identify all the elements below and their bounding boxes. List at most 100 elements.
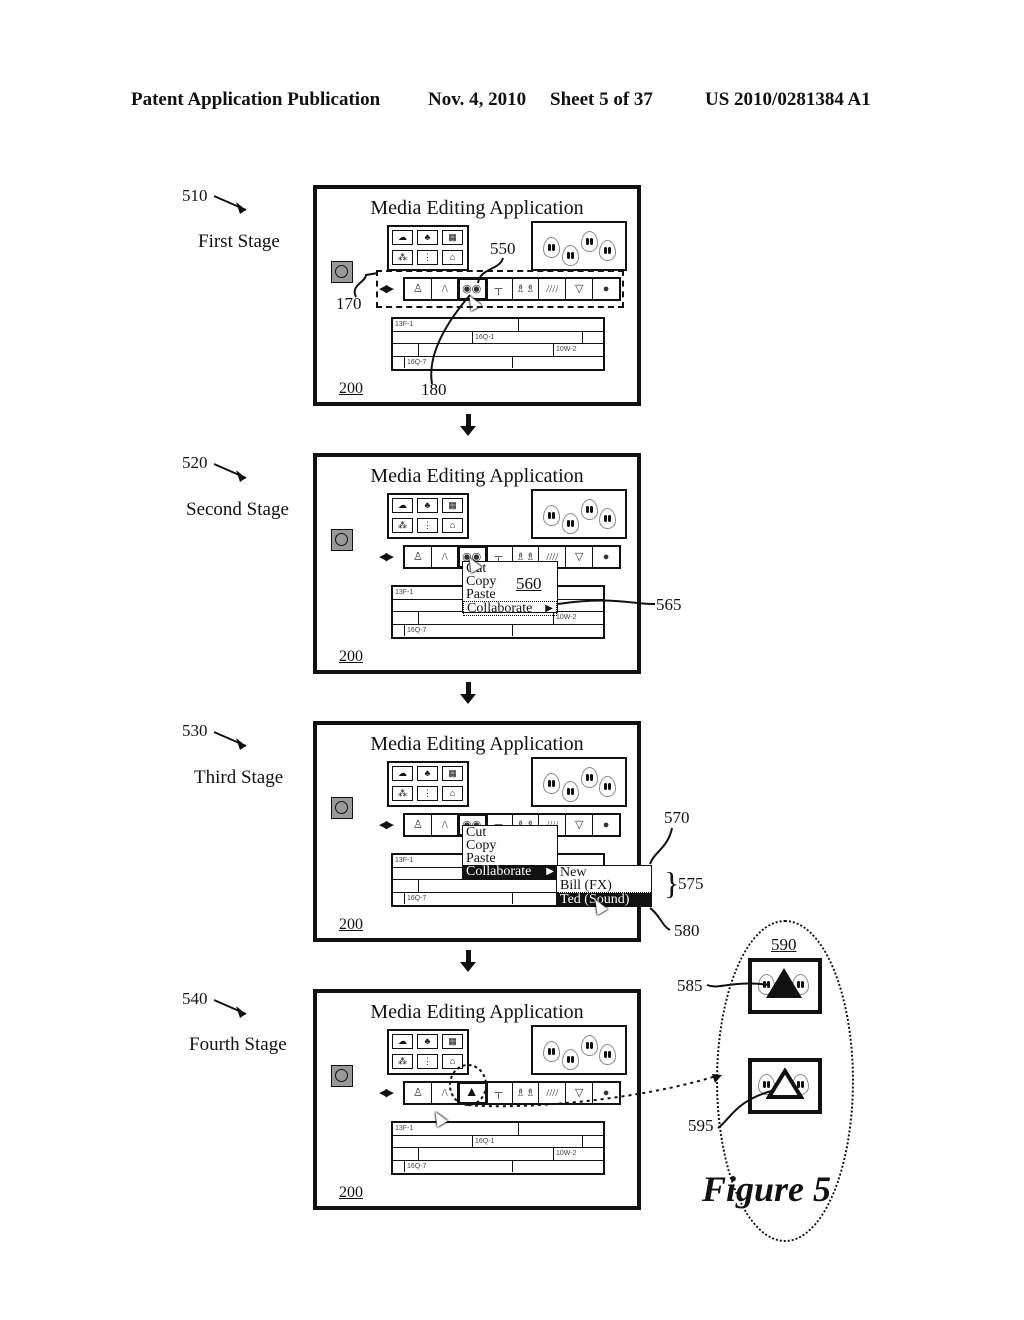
library-item[interactable]: ⁂	[392, 786, 413, 801]
egg-face-icon	[543, 1041, 560, 1062]
stage-arrow-3	[213, 731, 247, 747]
menu-item-paste[interactable]: Paste	[463, 588, 557, 602]
clip[interactable]: 13F-1	[393, 1123, 519, 1135]
egg-face-icon	[562, 513, 579, 534]
library-item[interactable]: ⋮	[417, 250, 438, 265]
thumbnail-person[interactable]: ♙	[405, 815, 432, 835]
clip-gap	[393, 624, 405, 636]
thumbnail-eggs[interactable]: ●	[593, 815, 619, 835]
clip[interactable]: 16Q-7	[405, 356, 513, 368]
thumbnail-road[interactable]: /\	[432, 1083, 459, 1103]
media-library: ☁ ♣ ▦ ⁂ ⋮ ⌂	[387, 493, 469, 539]
outline-triangle-icon	[766, 1068, 804, 1099]
thumbnail-tornado[interactable]: ▽	[566, 815, 594, 835]
thumbnail-road[interactable]: /\	[432, 547, 459, 567]
thumbnail-tornado[interactable]: ▽	[566, 547, 594, 567]
library-item[interactable]: ▦	[442, 1034, 463, 1049]
library-item[interactable]: ▦	[442, 230, 463, 245]
timeline-track: 16Q-7	[393, 1160, 603, 1172]
timeline-track: 10W-2	[393, 1148, 603, 1161]
library-item[interactable]: ♣	[417, 1034, 438, 1049]
target-button[interactable]	[331, 1065, 353, 1087]
target-button[interactable]	[331, 797, 353, 819]
arrowhead	[236, 470, 246, 482]
egg-face-icon	[543, 773, 560, 794]
library-item[interactable]: ⌂	[442, 786, 463, 801]
clip[interactable]: 16Q-7	[405, 892, 513, 904]
library-item[interactable]: ♣	[417, 498, 438, 513]
thumbnail-person[interactable]: ♙	[405, 547, 432, 567]
egg-face-icon	[599, 508, 616, 529]
ref-label: 565	[656, 595, 682, 614]
library-item[interactable]: ♣	[417, 766, 438, 781]
library-item[interactable]: ⁂	[392, 1054, 413, 1069]
timeline-track: 13F-1	[393, 319, 603, 332]
thumbnail-eggs[interactable]: ●	[593, 547, 619, 567]
clip[interactable]: 16Q-1	[473, 1135, 583, 1147]
library-item[interactable]: ☁	[392, 1034, 413, 1049]
library-item[interactable]: ⌂	[442, 250, 463, 265]
app-window-stage-4: Media Editing Application ☁ ♣ ▦ ⁂ ⋮ ⌂ ◀▶…	[313, 989, 641, 1210]
submenu-item-bill[interactable]: Bill (FX)	[557, 879, 651, 893]
library-item[interactable]: ☁	[392, 230, 413, 245]
thumbnail-triangle-locked[interactable]: ▲	[456, 1081, 488, 1105]
clip-gap	[393, 880, 419, 892]
preview-viewer	[531, 757, 627, 807]
thumbnail-rain[interactable]: ////	[539, 1083, 567, 1103]
stage-ref: 540	[182, 989, 208, 1008]
library-item[interactable]: ⌂	[442, 1054, 463, 1069]
library-item[interactable]: ⌂	[442, 518, 463, 533]
library-item[interactable]: ⋮	[417, 1054, 438, 1069]
window-title: Media Editing Application	[370, 733, 584, 755]
thumbnail-tornado[interactable]: ▽	[566, 1083, 594, 1103]
library-item[interactable]: ☁	[392, 498, 413, 513]
stage-ref: 530	[182, 721, 208, 740]
nav-arrows-icon[interactable]: ◀▶	[379, 1086, 394, 1099]
clip[interactable]: 10W-2	[553, 344, 603, 356]
clip[interactable]: 16Q-7	[405, 624, 513, 636]
egg-face-icon	[599, 240, 616, 261]
submenu-arrow-icon: ▶	[545, 603, 553, 614]
ref-label: 170	[336, 294, 362, 313]
timeline: 13F-1 16Q-1 10W-2 16Q-7	[391, 1121, 605, 1175]
library-item[interactable]: ⋮	[417, 518, 438, 533]
library-item[interactable]: ⋮	[417, 786, 438, 801]
context-menu: Cut Copy Paste Collaborate ▶	[462, 825, 558, 879]
clip-gap	[393, 892, 405, 904]
menu-item-collaborate[interactable]: Collaborate ▶	[463, 865, 557, 879]
nav-arrows-icon[interactable]: ◀▶	[379, 818, 394, 831]
thumbnail-eggs[interactable]: ●	[593, 1083, 619, 1103]
ref-label: 575	[678, 874, 704, 893]
clip[interactable]: 13F-1	[393, 319, 519, 331]
timeline-track: 10W-2	[393, 344, 603, 357]
crosshair-icon	[335, 1069, 348, 1082]
library-item[interactable]: ▦	[442, 498, 463, 513]
preview-viewer	[531, 1025, 627, 1075]
library-item[interactable]: ⁂	[392, 250, 413, 265]
thumbnail-signpost[interactable]: ┬	[486, 1083, 513, 1103]
library-item[interactable]: ⁂	[392, 518, 413, 533]
ref-label: 595	[688, 1116, 714, 1135]
app-ref: 200	[339, 916, 363, 933]
clip[interactable]: 16Q-7	[405, 1160, 513, 1172]
thumbnail-person[interactable]: ♙	[405, 1083, 432, 1103]
clip[interactable]: 16Q-1	[473, 331, 583, 343]
target-button[interactable]	[331, 529, 353, 551]
target-button[interactable]	[331, 261, 353, 283]
egg-face-icon	[599, 776, 616, 797]
menu-item-collaborate[interactable]: Collaborate ▶	[463, 601, 557, 616]
library-item[interactable]: ♣	[417, 230, 438, 245]
window-title: Media Editing Application	[370, 465, 584, 487]
ref-label: 180	[421, 380, 447, 399]
library-item[interactable]: ▦	[442, 766, 463, 781]
library-item[interactable]: ☁	[392, 766, 413, 781]
nav-arrows-icon[interactable]: ◀▶	[379, 550, 394, 563]
egg-face-icon	[562, 781, 579, 802]
clip[interactable]: 10W-2	[553, 1148, 603, 1160]
clip-gap	[393, 1148, 419, 1160]
stage-label: Third Stage	[194, 767, 284, 788]
timeline-track: 16Q-1	[393, 331, 603, 344]
thumbnail-road[interactable]: /\	[432, 815, 459, 835]
clip[interactable]: 10W-2	[553, 612, 603, 624]
thumbnail-runners[interactable]: ♗♗	[513, 1083, 540, 1103]
